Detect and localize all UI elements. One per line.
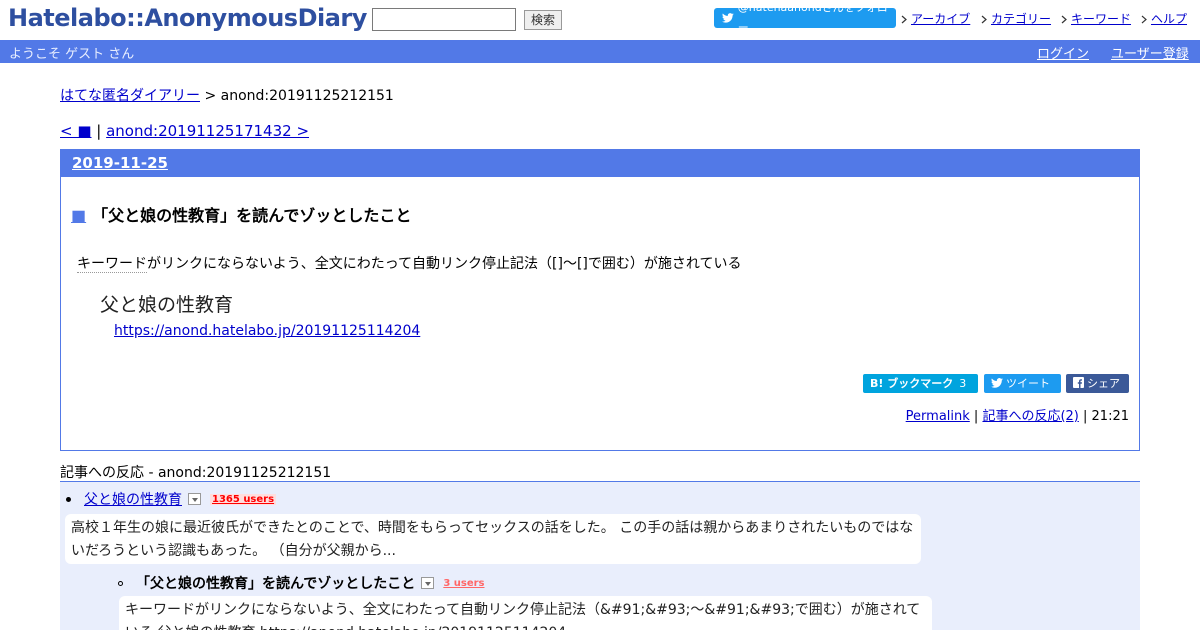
hatena-bookmark-button[interactable]: B! ブックマーク 3	[863, 374, 978, 393]
search-button[interactable]: 検索	[524, 10, 562, 30]
nav-help[interactable]: ヘルプ	[1141, 10, 1187, 27]
next-entry-link[interactable]: anond:20191125171432 >	[106, 122, 309, 140]
entry-permalink-marker[interactable]: ■	[71, 206, 86, 225]
bullet	[118, 580, 123, 586]
nav-arrow-icon	[901, 15, 907, 24]
login-link[interactable]: ログイン	[1037, 43, 1089, 62]
user-bar: ようこそ ゲスト さん ログイン ユーザー登録	[0, 40, 1200, 63]
hatena-bookmark-label: B! ブックマーク	[870, 377, 954, 390]
day-section: 2019-11-25 ■ 「父と娘の性教育」を読んでゾッとしたこと キーワードがリ…	[60, 149, 1140, 451]
reaction-excerpt: 高校１年生の娘に最近彼氏ができたとのことで、時間をもらってセックスの話をした。 …	[65, 514, 921, 564]
twitter-bird-icon	[722, 13, 734, 23]
footer-sep: |	[1078, 409, 1092, 424]
dropdown-icon[interactable]	[421, 577, 435, 589]
nav-keyword-link[interactable]: キーワード	[1071, 12, 1131, 26]
twitter-follow-button[interactable]: @hatenaanondさんをフォロー	[714, 1, 896, 34]
nav-category[interactable]: カテゴリー	[981, 10, 1051, 27]
permalink-link[interactable]: Permalink	[906, 409, 970, 424]
breadcrumb: はてな匿名ダイアリー > anond:20191125212151	[60, 85, 394, 105]
breadcrumb-current: anond:20191125212151	[220, 88, 394, 104]
footer-sep: |	[969, 409, 983, 424]
pager-sep: |	[91, 122, 107, 140]
nav-category-link[interactable]: カテゴリー	[991, 12, 1051, 26]
reaction-excerpt: キーワードがリンクにならないよう、全文にわたって自動リンク停止記法（&#91;&…	[119, 596, 932, 630]
welcome-text: ようこそ ゲスト さん	[9, 47, 135, 62]
nav-keyword[interactable]: キーワード	[1061, 10, 1131, 27]
tweet-label: ツイート	[1006, 377, 1050, 390]
day-date-link[interactable]: 2019-11-25	[72, 154, 168, 172]
nav-arrow-icon	[981, 15, 987, 24]
reaction-item: 父と娘の性教育 1365 users	[66, 489, 277, 509]
nav-arrow-icon	[1061, 15, 1067, 24]
dropdown-icon[interactable]	[188, 493, 201, 505]
breadcrumb-home[interactable]: はてな匿名ダイアリー	[60, 88, 200, 104]
site-logo[interactable]: Hatelabo::AnonymousDiary	[8, 4, 367, 32]
entry-body-paragraph: キーワードがリンクにならないよう、全文にわたって自動リンク停止記法（[]～[]で…	[77, 253, 741, 273]
entry-quote-link[interactable]: https://anond.hatelabo.jp/20191125114204	[114, 323, 420, 339]
entry-body-keyword: キーワード	[77, 256, 147, 273]
reactions-link[interactable]: 記事への反応(2)	[982, 409, 1078, 424]
entry-pager: < ■ | anond:20191125171432 >	[60, 122, 309, 140]
day-header: 2019-11-25	[61, 150, 1139, 177]
nav-archive[interactable]: アーカイブ	[901, 10, 970, 27]
tweet-button[interactable]: ツイート	[984, 374, 1061, 393]
nav-arrow-icon	[1141, 15, 1147, 24]
twitter-bird-icon	[991, 378, 1003, 388]
nav-help-link[interactable]: ヘルプ	[1151, 12, 1187, 26]
reactions-heading: 記事への反応 - anond:20191125212151	[60, 465, 332, 481]
hatena-bookmark-count: 3	[959, 377, 967, 390]
follow-label: @hatenaanondさんをフォロー	[737, 1, 888, 34]
entry-quote-link-wrap: https://anond.hatelabo.jp/20191125114204	[114, 323, 420, 339]
bullet	[66, 496, 71, 502]
entry-time: 21:21	[1091, 409, 1129, 424]
facebook-share-label: シェア	[1087, 377, 1120, 390]
prev-entry-link[interactable]: < ■	[60, 122, 92, 140]
register-link[interactable]: ユーザー登録	[1111, 43, 1189, 62]
bookmark-users-badge[interactable]: 3 users	[443, 578, 484, 589]
entry-title-text: 「父と娘の性教育」を読んでゾッとしたこと	[92, 206, 412, 225]
reaction-title: 「父と娘の性教育」を読んでゾッとしたこと	[136, 576, 416, 592]
reaction-title-link[interactable]: 父と娘の性教育	[84, 489, 182, 509]
search-input[interactable]	[372, 8, 516, 31]
facebook-icon	[1073, 377, 1084, 388]
bookmark-users-badge[interactable]: 1365 users	[210, 493, 277, 505]
facebook-share-button[interactable]: シェア	[1066, 374, 1129, 393]
entry-footer: Permalink | 記事への反応(2) | 21:21	[906, 405, 1129, 424]
entry-body-text: がリンクにならないよう、全文にわたって自動リンク停止記法（[]～[]で囲む）が施…	[147, 256, 742, 272]
top-header: Hatelabo::AnonymousDiary 検索 @hatenaanond…	[0, 0, 1200, 40]
reactions-panel: 父と娘の性教育 1365 users 高校１年生の娘に最近彼氏ができたとのことで…	[60, 481, 1140, 630]
entry-quote-title: 父と娘の性教育	[100, 294, 234, 316]
nav-archive-link[interactable]: アーカイブ	[911, 12, 970, 26]
breadcrumb-sep: >	[200, 88, 221, 104]
entry-title: ■ 「父と娘の性教育」を読んでゾッとしたこと	[71, 202, 411, 226]
reaction-item: 「父と娘の性教育」を読んでゾッとしたこと 3 users	[118, 573, 485, 593]
